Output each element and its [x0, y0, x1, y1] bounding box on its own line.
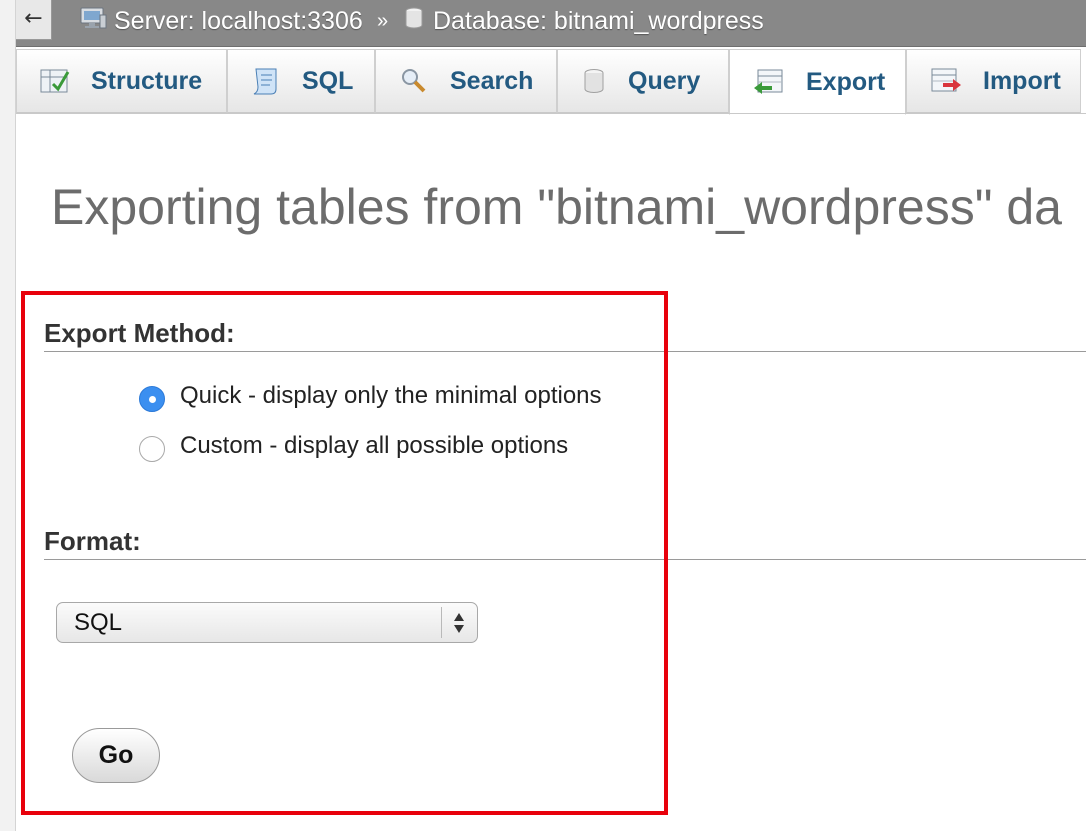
export-method-heading: Export Method:	[44, 318, 1086, 352]
breadcrumb-bar: ← Server: localhost:3306 » Database: bit…	[16, 0, 1086, 47]
tab-structure-label: Structure	[91, 66, 203, 95]
export-icon	[752, 67, 786, 97]
phpmyadmin-export-page: ← Server: localhost:3306 » Database: bit…	[0, 0, 1086, 831]
select-arrows-icon	[453, 610, 465, 636]
tab-import[interactable]: Import	[906, 49, 1081, 113]
page-title: Exporting tables from "bitnami_wordpress…	[51, 179, 1062, 235]
tab-export-label: Export	[806, 67, 886, 96]
magnifier-icon	[398, 66, 430, 96]
custom-radio-button[interactable]	[139, 436, 165, 462]
tab-search[interactable]: Search	[375, 49, 557, 113]
tab-search-label: Search	[450, 66, 534, 95]
structure-icon	[39, 66, 71, 96]
quick-option-label[interactable]: Quick - display only the minimal options	[180, 382, 602, 410]
breadcrumb-separator: »	[377, 10, 389, 32]
tab-bar-divider	[16, 113, 1086, 114]
format-select[interactable]: SQL	[56, 602, 478, 643]
format-select-divider	[441, 607, 442, 638]
custom-export-option[interactable]: Custom - display all possible options	[139, 430, 568, 462]
quick-radio-button[interactable]	[139, 386, 165, 412]
back-button[interactable]: ←	[16, 0, 52, 40]
breadcrumb-server-label: Server: localhost:3306	[114, 6, 363, 35]
sql-scroll-icon	[250, 65, 282, 97]
query-cylinder-icon	[580, 66, 608, 96]
format-heading: Format:	[44, 526, 1086, 560]
tab-structure[interactable]: Structure	[16, 49, 227, 113]
database-icon	[401, 5, 433, 38]
custom-option-label[interactable]: Custom - display all possible options	[180, 432, 568, 460]
breadcrumb-server[interactable]: Server: localhost:3306	[78, 6, 363, 36]
tab-query[interactable]: Query	[557, 49, 729, 113]
go-button[interactable]: Go	[72, 728, 160, 783]
tab-import-label: Import	[983, 66, 1061, 95]
tab-query-label: Query	[628, 66, 701, 95]
tab-sql[interactable]: SQL	[227, 49, 375, 113]
format-select-value: SQL	[74, 609, 123, 636]
server-icon	[78, 5, 114, 38]
import-icon	[929, 66, 963, 96]
tab-export[interactable]: Export	[729, 49, 906, 115]
quick-export-option[interactable]: Quick - display only the minimal options	[139, 380, 602, 412]
tab-sql-label: SQL	[302, 66, 354, 95]
breadcrumb-database-label: Database: bitnami_wordpress	[433, 6, 764, 35]
navigation-panel-edge	[0, 0, 16, 831]
tab-bar: Structure SQL Search Query Export Import	[16, 47, 1086, 115]
breadcrumb-database[interactable]: Database: bitnami_wordpress	[401, 6, 764, 36]
